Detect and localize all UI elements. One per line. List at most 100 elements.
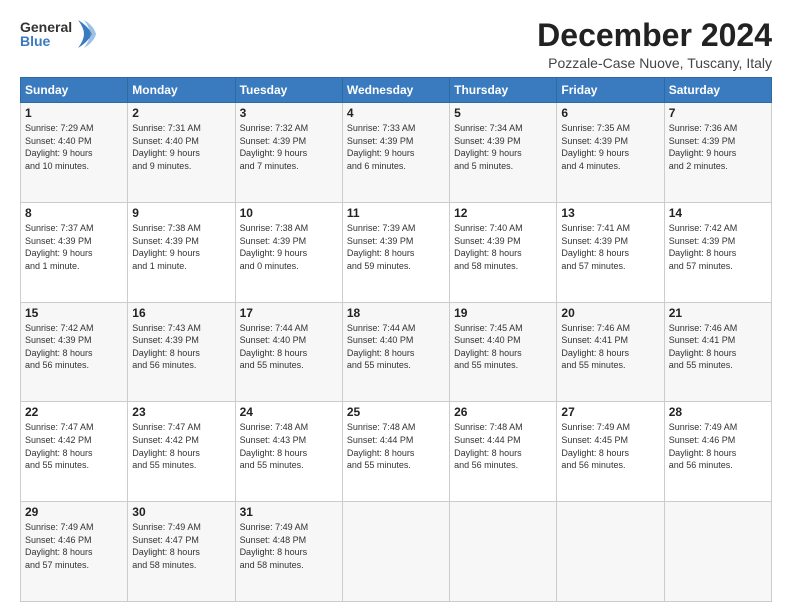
day-number: 15: [25, 306, 123, 320]
calendar-cell: 10 Sunrise: 7:38 AM Sunset: 4:39 PM Dayli…: [235, 202, 342, 302]
header-day-tuesday: Tuesday: [235, 78, 342, 103]
header-day-thursday: Thursday: [450, 78, 557, 103]
calendar-cell: 15Sunrise: 7:42 AM Sunset: 4:39 PM Dayli…: [21, 302, 128, 402]
day-number: 7: [669, 106, 767, 120]
calendar-header: SundayMondayTuesdayWednesdayThursdayFrid…: [21, 78, 772, 103]
day-info: Sunrise: 7:48 AM Sunset: 4:44 PM Dayligh…: [347, 421, 445, 471]
calendar-cell: 14 Sunrise: 7:42 AM Sunset: 4:39 PM Dayli…: [664, 202, 771, 302]
header-row: SundayMondayTuesdayWednesdayThursdayFrid…: [21, 78, 772, 103]
day-number: 4: [347, 106, 445, 120]
day-info: Sunrise: 7:46 AM Sunset: 4:41 PM Dayligh…: [669, 322, 767, 372]
header-day-friday: Friday: [557, 78, 664, 103]
day-number: 1: [25, 106, 123, 120]
day-info: Sunrise: 7:37 AM Sunset: 4:39 PM Dayligh…: [25, 222, 123, 272]
header-day-saturday: Saturday: [664, 78, 771, 103]
week-row-5: 29 Sunrise: 7:49 AM Sunset: 4:46 PM Dayli…: [21, 502, 772, 602]
calendar-cell: 18 Sunrise: 7:44 AM Sunset: 4:40 PM Dayli…: [342, 302, 449, 402]
day-number: 18: [347, 306, 445, 320]
title-area: December 2024 Pozzale-Case Nuove, Tuscan…: [537, 18, 772, 71]
logo-blue-text: Blue: [20, 34, 72, 48]
day-info: Sunrise: 7:31 AM Sunset: 4:40 PM Dayligh…: [132, 122, 230, 172]
day-info: Sunrise: 7:42 AM Sunset: 4:39 PM Dayligh…: [669, 222, 767, 272]
calendar-cell: 17 Sunrise: 7:44 AM Sunset: 4:40 PM Dayli…: [235, 302, 342, 402]
calendar-cell: 16 Sunrise: 7:43 AM Sunset: 4:39 PM Dayli…: [128, 302, 235, 402]
day-info: Sunrise: 7:39 AM Sunset: 4:39 PM Dayligh…: [347, 222, 445, 272]
month-title: December 2024: [537, 18, 772, 53]
day-info: Sunrise: 7:41 AM Sunset: 4:39 PM Dayligh…: [561, 222, 659, 272]
calendar-cell: 21Sunrise: 7:46 AM Sunset: 4:41 PM Dayli…: [664, 302, 771, 402]
day-info: Sunrise: 7:29 AM Sunset: 4:40 PM Dayligh…: [25, 122, 123, 172]
day-number: 26: [454, 405, 552, 419]
day-info: Sunrise: 7:35 AM Sunset: 4:39 PM Dayligh…: [561, 122, 659, 172]
day-info: Sunrise: 7:40 AM Sunset: 4:39 PM Dayligh…: [454, 222, 552, 272]
calendar-cell: 11 Sunrise: 7:39 AM Sunset: 4:39 PM Dayli…: [342, 202, 449, 302]
calendar-cell: 26 Sunrise: 7:48 AM Sunset: 4:44 PM Dayli…: [450, 402, 557, 502]
calendar-cell: 20Sunrise: 7:46 AM Sunset: 4:41 PM Dayli…: [557, 302, 664, 402]
calendar-cell: 3Sunrise: 7:32 AM Sunset: 4:39 PM Daylig…: [235, 103, 342, 203]
calendar-cell: 25Sunrise: 7:48 AM Sunset: 4:44 PM Dayli…: [342, 402, 449, 502]
day-info: Sunrise: 7:44 AM Sunset: 4:40 PM Dayligh…: [240, 322, 338, 372]
day-number: 16: [132, 306, 230, 320]
header-day-monday: Monday: [128, 78, 235, 103]
calendar-cell: 8Sunrise: 7:37 AM Sunset: 4:39 PM Daylig…: [21, 202, 128, 302]
day-number: 10: [240, 206, 338, 220]
day-number: 12: [454, 206, 552, 220]
day-info: Sunrise: 7:33 AM Sunset: 4:39 PM Dayligh…: [347, 122, 445, 172]
day-number: 23: [132, 405, 230, 419]
calendar-cell: 19 Sunrise: 7:45 AM Sunset: 4:40 PM Dayli…: [450, 302, 557, 402]
day-info: Sunrise: 7:49 AM Sunset: 4:46 PM Dayligh…: [669, 421, 767, 471]
day-number: 29: [25, 505, 123, 519]
day-number: 5: [454, 106, 552, 120]
day-number: 20: [561, 306, 659, 320]
day-number: 24: [240, 405, 338, 419]
calendar-cell: 4 Sunrise: 7:33 AM Sunset: 4:39 PM Daylig…: [342, 103, 449, 203]
day-number: 11: [347, 206, 445, 220]
day-number: 14: [669, 206, 767, 220]
calendar-cell: 6Sunrise: 7:35 AM Sunset: 4:39 PM Daylig…: [557, 103, 664, 203]
logo: General Blue: [20, 18, 96, 50]
week-row-3: 15Sunrise: 7:42 AM Sunset: 4:39 PM Dayli…: [21, 302, 772, 402]
calendar-cell: 5 Sunrise: 7:34 AM Sunset: 4:39 PM Daylig…: [450, 103, 557, 203]
header: General Blue December 2024 Pozzale-Case …: [20, 18, 772, 71]
logo-bird-icon: [74, 18, 96, 50]
day-info: Sunrise: 7:49 AM Sunset: 4:47 PM Dayligh…: [132, 521, 230, 571]
day-info: Sunrise: 7:47 AM Sunset: 4:42 PM Dayligh…: [25, 421, 123, 471]
calendar-cell: [557, 502, 664, 602]
day-info: Sunrise: 7:47 AM Sunset: 4:42 PM Dayligh…: [132, 421, 230, 471]
day-info: Sunrise: 7:49 AM Sunset: 4:46 PM Dayligh…: [25, 521, 123, 571]
calendar-table: SundayMondayTuesdayWednesdayThursdayFrid…: [20, 77, 772, 602]
calendar-cell: 7Sunrise: 7:36 AM Sunset: 4:39 PM Daylig…: [664, 103, 771, 203]
day-number: 27: [561, 405, 659, 419]
day-info: Sunrise: 7:49 AM Sunset: 4:45 PM Dayligh…: [561, 421, 659, 471]
day-number: 30: [132, 505, 230, 519]
day-info: Sunrise: 7:34 AM Sunset: 4:39 PM Dayligh…: [454, 122, 552, 172]
day-info: Sunrise: 7:48 AM Sunset: 4:44 PM Dayligh…: [454, 421, 552, 471]
day-number: 2: [132, 106, 230, 120]
day-number: 17: [240, 306, 338, 320]
day-number: 31: [240, 505, 338, 519]
calendar-cell: 22 Sunrise: 7:47 AM Sunset: 4:42 PM Dayli…: [21, 402, 128, 502]
calendar-cell: 23 Sunrise: 7:47 AM Sunset: 4:42 PM Dayli…: [128, 402, 235, 502]
calendar-cell: 2 Sunrise: 7:31 AM Sunset: 4:40 PM Daylig…: [128, 103, 235, 203]
header-day-sunday: Sunday: [21, 78, 128, 103]
calendar-cell: 30 Sunrise: 7:49 AM Sunset: 4:47 PM Dayli…: [128, 502, 235, 602]
day-number: 3: [240, 106, 338, 120]
week-row-2: 8Sunrise: 7:37 AM Sunset: 4:39 PM Daylig…: [21, 202, 772, 302]
week-row-1: 1 Sunrise: 7:29 AM Sunset: 4:40 PM Daylig…: [21, 103, 772, 203]
day-info: Sunrise: 7:49 AM Sunset: 4:48 PM Dayligh…: [240, 521, 338, 571]
day-info: Sunrise: 7:43 AM Sunset: 4:39 PM Dayligh…: [132, 322, 230, 372]
day-number: 22: [25, 405, 123, 419]
day-info: Sunrise: 7:45 AM Sunset: 4:40 PM Dayligh…: [454, 322, 552, 372]
calendar-cell: 13Sunrise: 7:41 AM Sunset: 4:39 PM Dayli…: [557, 202, 664, 302]
calendar-cell: 28 Sunrise: 7:49 AM Sunset: 4:46 PM Dayli…: [664, 402, 771, 502]
calendar-cell: 24Sunrise: 7:48 AM Sunset: 4:43 PM Dayli…: [235, 402, 342, 502]
day-info: Sunrise: 7:38 AM Sunset: 4:39 PM Dayligh…: [132, 222, 230, 272]
day-info: Sunrise: 7:38 AM Sunset: 4:39 PM Dayligh…: [240, 222, 338, 272]
day-number: 19: [454, 306, 552, 320]
header-day-wednesday: Wednesday: [342, 78, 449, 103]
day-number: 28: [669, 405, 767, 419]
calendar-cell: 29 Sunrise: 7:49 AM Sunset: 4:46 PM Dayli…: [21, 502, 128, 602]
day-info: Sunrise: 7:44 AM Sunset: 4:40 PM Dayligh…: [347, 322, 445, 372]
calendar-cell: 9Sunrise: 7:38 AM Sunset: 4:39 PM Daylig…: [128, 202, 235, 302]
week-row-4: 22 Sunrise: 7:47 AM Sunset: 4:42 PM Dayli…: [21, 402, 772, 502]
